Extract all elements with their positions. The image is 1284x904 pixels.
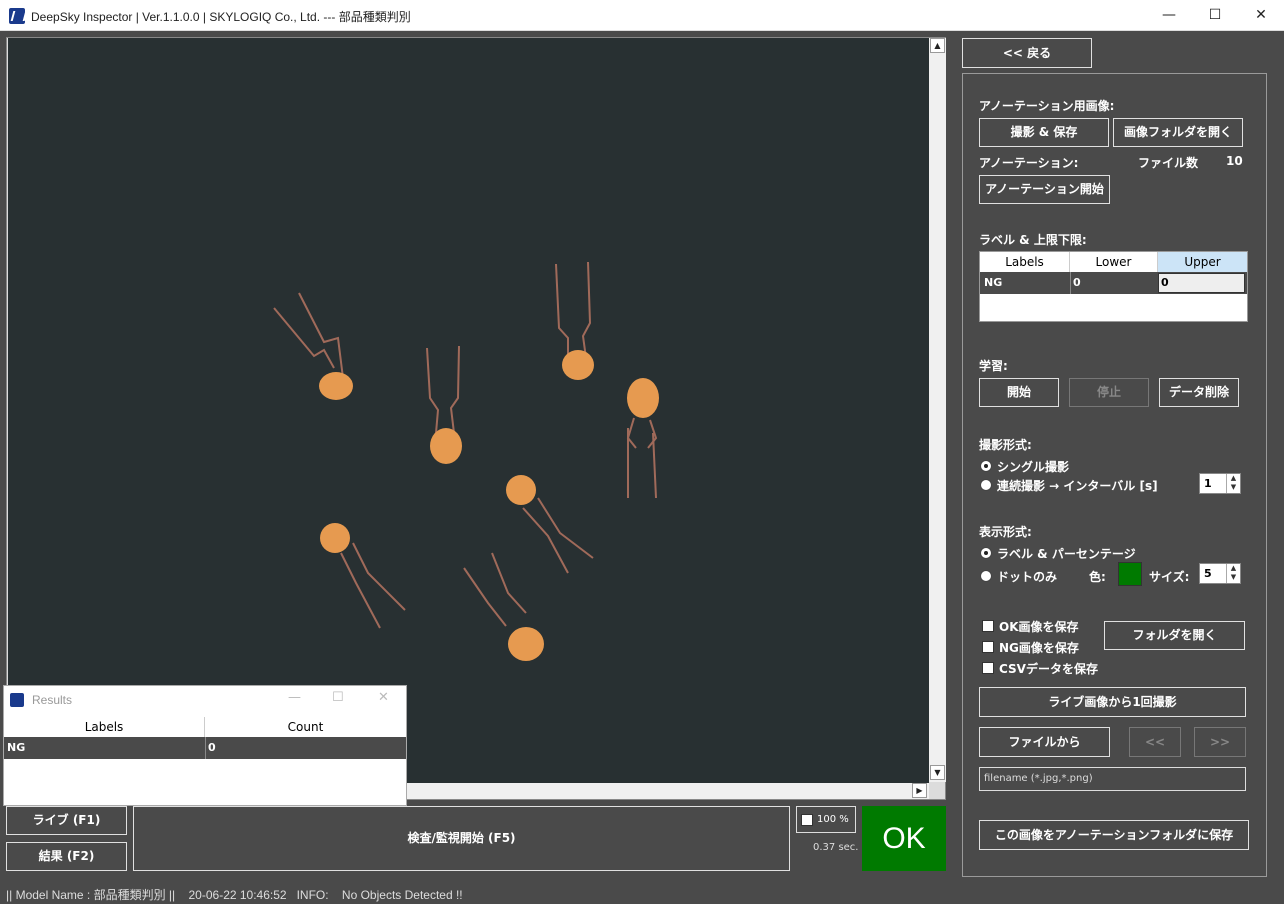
zoom-checkbox[interactable]: [801, 814, 813, 826]
learning-stop-button[interactable]: 停止: [1069, 378, 1149, 407]
app-logo-icon: [9, 8, 25, 24]
size-label: サイズ:: [1149, 570, 1190, 584]
filename-field[interactable]: filename (*.jpg,*.png): [979, 767, 1246, 791]
dot-color-swatch[interactable]: [1118, 562, 1142, 586]
save-ng-checkbox[interactable]: [982, 641, 994, 653]
window-title: DeepSky Inspector | Ver.1.1.0.0 | SKYLOG…: [31, 10, 411, 24]
status-bar: || Model Name : 部品種類判別 || 20-06-22 10:46…: [0, 882, 1284, 904]
col-upper: Upper: [1158, 252, 1247, 272]
size-stepper[interactable]: 5 ▲ ▼: [1199, 563, 1241, 584]
dots-only-radio[interactable]: [980, 570, 992, 582]
annotation-start-button[interactable]: アノーテーション開始: [979, 175, 1110, 204]
save-csv-checkbox[interactable]: [982, 662, 994, 674]
dots-only-label: ドットのみ: [997, 570, 1058, 584]
results-row-count: 0: [208, 741, 216, 754]
stepper-arrows-icon[interactable]: ▲ ▼: [1226, 564, 1240, 583]
prev-image-button[interactable]: <<: [1129, 727, 1181, 757]
inspect-start-button[interactable]: 検査/監視開始 (F5): [133, 806, 790, 871]
results-window-title: Results: [32, 693, 73, 707]
components-image: [273, 261, 659, 661]
results-button[interactable]: 結果 (F2): [6, 842, 127, 871]
capture-save-button[interactable]: 撮影 & 保存: [979, 118, 1109, 147]
column-divider: [205, 737, 206, 759]
table-row[interactable]: NG 0: [4, 737, 406, 759]
live-button[interactable]: ライブ (F1): [6, 806, 127, 835]
inference-time: 0.37 sec.: [813, 842, 859, 853]
file-count-label: ファイル数: [1138, 156, 1199, 170]
live-capture-once-button[interactable]: ライブ画像から1回撮影: [979, 687, 1246, 717]
display-mode-heading: 表示形式:: [979, 525, 1032, 539]
zoom-label: 100 %: [817, 814, 849, 825]
save-csv-label: CSVデータを保存: [999, 662, 1098, 676]
scroll-right-icon[interactable]: ▶: [912, 783, 927, 798]
label-percentage-label: ラベル & パーセンテージ: [997, 547, 1136, 561]
annotation-images-heading: アノーテーション用画像:: [979, 99, 1115, 113]
capture-mode-heading: 撮影形式:: [979, 438, 1032, 452]
continuous-capture-label: 連続撮影 → インターバル [s]: [997, 479, 1158, 493]
results-maximize-icon[interactable]: ☐: [332, 690, 344, 705]
camera-image: [8, 38, 929, 784]
delete-data-button[interactable]: データ削除: [1159, 378, 1239, 407]
file-count-value: 10: [1226, 154, 1243, 168]
interval-stepper[interactable]: 1 ▲ ▼: [1199, 473, 1241, 494]
row-lower[interactable]: 0: [1073, 276, 1081, 289]
verdict-badge: OK: [862, 806, 946, 871]
annotation-heading: アノーテーション:: [979, 156, 1079, 170]
continuous-capture-radio[interactable]: [980, 479, 992, 491]
col-lower: Lower: [1070, 252, 1158, 272]
results-window-icon: [10, 693, 24, 707]
save-to-annotation-button[interactable]: この画像をアノーテーションフォルダに保存: [979, 820, 1249, 850]
title-bar: DeepSky Inspector | Ver.1.1.0.0 | SKYLOG…: [0, 0, 1284, 31]
close-button[interactable]: ✕: [1238, 0, 1284, 31]
interval-value: 1: [1204, 477, 1212, 490]
back-button[interactable]: << 戻る: [962, 38, 1092, 68]
from-file-button[interactable]: ファイルから: [979, 727, 1110, 757]
save-ng-label: NG画像を保存: [999, 641, 1079, 655]
size-value: 5: [1204, 567, 1212, 580]
single-capture-label: シングル撮影: [997, 460, 1070, 474]
next-image-button[interactable]: >>: [1194, 727, 1246, 757]
results-col-labels: Labels: [4, 717, 205, 737]
status-text: || Model Name : 部品種類判別 || 20-06-22 10:46…: [6, 888, 463, 902]
results-row-label: NG: [7, 741, 26, 754]
learning-start-button[interactable]: 開始: [979, 378, 1059, 407]
open-folder-button[interactable]: フォルダを開く: [1104, 621, 1245, 650]
stepper-arrows-icon[interactable]: ▲ ▼: [1226, 474, 1240, 493]
results-col-count: Count: [287, 720, 324, 734]
scroll-up-icon[interactable]: ▲: [930, 38, 945, 53]
single-capture-radio[interactable]: [980, 460, 992, 472]
column-divider: [1070, 272, 1071, 294]
open-image-folder-button[interactable]: 画像フォルダを開く: [1113, 118, 1243, 147]
save-ok-checkbox[interactable]: [982, 620, 994, 632]
results-minimize-icon[interactable]: —: [288, 690, 301, 705]
row-label: NG: [984, 276, 1003, 289]
save-ok-label: OK画像を保存: [999, 620, 1079, 634]
color-label: 色:: [1089, 570, 1106, 584]
maximize-button[interactable]: ☐: [1192, 0, 1238, 31]
labels-limits-heading: ラベル & 上限下限:: [979, 233, 1087, 247]
label-percentage-radio[interactable]: [980, 547, 992, 559]
col-labels: Labels: [980, 252, 1070, 272]
minimize-button[interactable]: —: [1146, 0, 1192, 31]
scroll-down-icon[interactable]: ▼: [930, 765, 945, 780]
learning-heading: 学習:: [979, 359, 1008, 373]
row-upper-input[interactable]: 0: [1161, 276, 1169, 289]
table-row[interactable]: NG 0 0: [980, 272, 1247, 294]
labels-limits-table[interactable]: Labels Lower Upper NG 0 0: [979, 251, 1248, 322]
vertical-scrollbar[interactable]: ▲ ▼: [929, 38, 946, 782]
zoom-toggle[interactable]: 100 %: [796, 806, 856, 833]
results-window[interactable]: Results — ☐ ✕ Labels Count NG 0: [3, 685, 407, 806]
results-close-icon[interactable]: ✕: [378, 690, 389, 705]
